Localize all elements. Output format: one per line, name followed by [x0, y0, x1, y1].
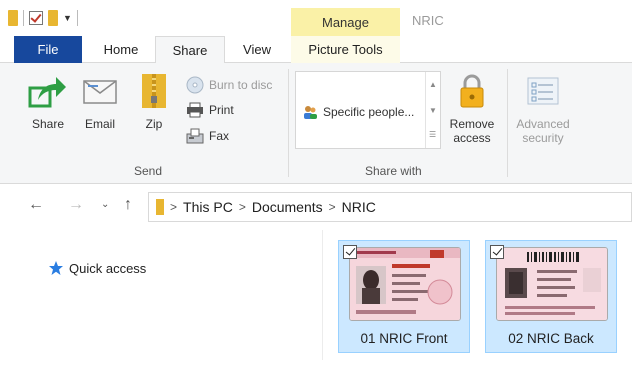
advanced-security-label-line1: Advanced — [516, 117, 570, 131]
id-card-front-thumbnail — [349, 247, 461, 321]
zip-folder-icon — [140, 73, 168, 109]
gallery-scroll-down-icon[interactable]: ▼ — [429, 106, 437, 115]
gallery-item-specific-people[interactable]: Specific people... — [302, 104, 414, 120]
back-arrow-icon[interactable]: ← — [28, 196, 44, 214]
zip-label: Zip — [145, 117, 163, 131]
properties-check-icon[interactable] — [29, 11, 43, 25]
share-button[interactable]: Share — [28, 73, 68, 131]
star-icon — [49, 261, 63, 275]
gallery-item-label: Specific people... — [323, 105, 415, 119]
pane-divider[interactable] — [322, 230, 323, 360]
contextual-tab-header-manage: Manage — [291, 8, 400, 36]
remove-access-label-line2: access — [453, 131, 491, 145]
toolbar-divider — [23, 10, 24, 26]
disc-icon — [186, 76, 204, 94]
tab-file[interactable]: File — [14, 36, 82, 63]
breadcrumb-chevron-icon[interactable]: > — [329, 200, 336, 214]
quick-access-toolbar: ▼ — [8, 10, 78, 26]
zip-button[interactable]: Zip — [140, 73, 168, 131]
file-name-label: 02 NRIC Back — [508, 331, 594, 346]
lock-icon — [458, 73, 486, 109]
share-label: Share — [31, 117, 65, 131]
toolbar-divider — [76, 10, 78, 26]
breadcrumb-nric[interactable]: NRIC — [342, 199, 376, 215]
email-button[interactable]: Email — [82, 73, 118, 131]
gallery-expand-icon[interactable]: ☰ — [429, 130, 436, 139]
printer-icon — [187, 102, 203, 118]
quick-access-label: Quick access — [69, 260, 147, 276]
remove-access-button[interactable]: Remove access — [446, 73, 498, 145]
burn-to-disc-button[interactable]: Burn to disc — [186, 76, 272, 94]
gallery-scroll-up-icon[interactable]: ▲ — [429, 80, 437, 89]
fax-label: Fax — [209, 129, 230, 143]
breadcrumb-chevron-icon[interactable]: > — [170, 200, 177, 214]
group-label-send: Send — [134, 164, 163, 178]
nav-item-quick-access[interactable]: Quick access — [48, 260, 146, 276]
new-folder-icon[interactable] — [48, 10, 58, 26]
group-divider — [507, 69, 508, 177]
breadcrumb-documents[interactable]: Documents — [252, 199, 323, 215]
burn-to-disc-label: Burn to disc — [209, 78, 273, 92]
gallery-scrollbar[interactable]: ▲ ▼ ☰ — [425, 72, 440, 148]
email-icon — [82, 73, 118, 109]
fax-icon — [186, 128, 204, 144]
group-label-share-with: Share with — [365, 164, 422, 178]
ribbon: Share Email Zip Burn to disc Print Fax S… — [0, 63, 632, 184]
ribbon-tabs: File Home Share View Picture Tools — [0, 36, 632, 64]
breadcrumb-this-pc[interactable]: This PC — [183, 199, 233, 215]
address-bar: ← → ⌄ ↑ > This PC > Documents > NRIC — [0, 184, 632, 230]
tab-home[interactable]: Home — [88, 36, 154, 63]
email-label: Email — [84, 117, 115, 131]
id-card-back-thumbnail — [496, 247, 608, 321]
print-label: Print — [209, 103, 234, 117]
file-item-nric-front[interactable]: 01 NRIC Front — [338, 240, 470, 353]
file-name-label: 01 NRIC Front — [360, 331, 448, 346]
recent-locations-chevron-icon[interactable]: ⌄ — [101, 199, 109, 210]
address-box[interactable]: > This PC > Documents > NRIC — [148, 192, 632, 222]
share-arrow-icon — [28, 73, 68, 109]
tab-view[interactable]: View — [228, 36, 286, 63]
security-checklist-icon — [526, 73, 560, 109]
print-button[interactable]: Print — [186, 102, 234, 118]
title-bar: ▼ Manage NRIC — [0, 0, 632, 36]
share-with-gallery[interactable]: Specific people... ▲ ▼ ☰ — [295, 71, 441, 149]
navigation-pane: Quick access — [0, 230, 322, 384]
item-checkbox[interactable] — [490, 245, 504, 259]
tab-share[interactable]: Share — [155, 36, 225, 64]
group-divider — [288, 69, 289, 177]
advanced-security-button[interactable]: Advanced security — [512, 73, 574, 145]
advanced-security-label-line2: security — [522, 131, 564, 145]
window-title: NRIC — [412, 13, 444, 28]
forward-arrow-icon[interactable]: → — [68, 196, 84, 214]
up-arrow-icon[interactable]: ↑ — [124, 196, 132, 214]
file-item-nric-back[interactable]: 02 NRIC Back — [485, 240, 617, 353]
tab-picture-tools[interactable]: Picture Tools — [291, 36, 400, 63]
folder-icon — [8, 10, 18, 26]
folder-icon — [156, 199, 164, 215]
fax-button[interactable]: Fax — [186, 128, 229, 144]
customize-toolbar-dropdown-icon[interactable]: ▼ — [63, 13, 72, 23]
item-checkbox[interactable] — [343, 245, 357, 259]
people-icon — [304, 106, 317, 119]
remove-access-label-line1: Remove — [449, 117, 495, 131]
breadcrumb-chevron-icon[interactable]: > — [239, 200, 246, 214]
